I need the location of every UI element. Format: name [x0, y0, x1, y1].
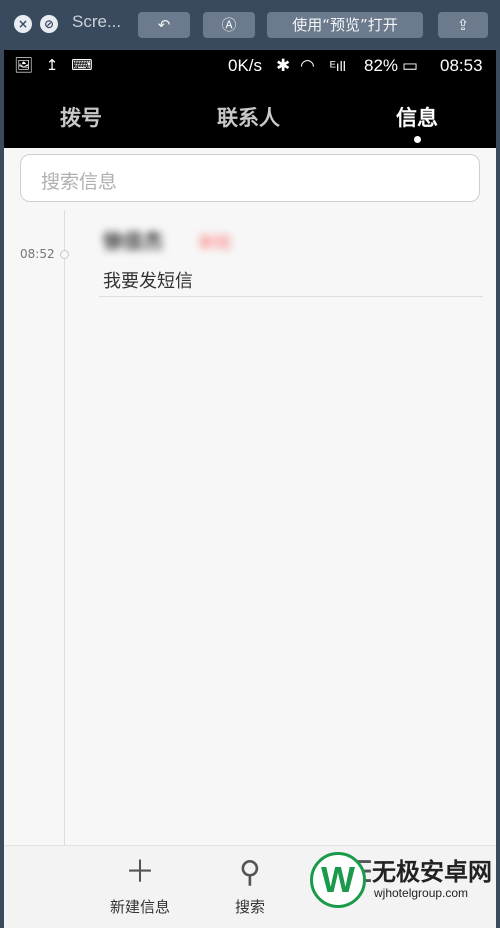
- tab-dialer[interactable]: 拨号: [60, 102, 102, 132]
- watermark-url: wjhotelgroup.com: [374, 886, 469, 900]
- watermark-title: 无极安卓网: [372, 858, 492, 886]
- new-message-label: 新建信息: [109, 898, 170, 916]
- close-icon[interactable]: ×: [14, 15, 32, 33]
- markup-icon: Ⓐ: [221, 16, 237, 34]
- rotate-button[interactable]: ↶: [138, 12, 190, 38]
- status-time: 08:53: [440, 56, 483, 75]
- active-tab-indicator: [414, 136, 421, 143]
- timeline-node: [60, 250, 69, 259]
- list-item[interactable]: 徐佳杰 新短 我要发短信: [99, 215, 483, 297]
- signal-icon: ᴱıll: [330, 58, 346, 74]
- timeline-line: [64, 210, 65, 850]
- battery-percent: 82%: [364, 56, 399, 75]
- network-speed: 0K/s: [228, 56, 263, 75]
- tab-bar: 拨号 联系人 信息: [4, 84, 496, 148]
- stop-icon[interactable]: ⊘: [40, 15, 58, 33]
- search-input[interactable]: 搜索信息: [20, 154, 480, 202]
- rotate-icon: ↶: [157, 16, 171, 34]
- quicklook-toolbar: × ⊘ Scre... ↶ Ⓐ 使用“预览”打开 ⇪: [0, 0, 500, 50]
- watermark: W 无极安卓网 wjhotelgroup.com: [300, 850, 500, 928]
- tab-contacts[interactable]: 联系人: [217, 102, 280, 132]
- message-preview: 我要发短信: [103, 271, 193, 292]
- status-bar: 🖼 ↥ ⌨ 0K/s ✱ ◠ ᴱıll 82% ▭ 08:53: [4, 50, 496, 84]
- notification-icons: 🖼 ↥ ⌨: [14, 56, 97, 74]
- message-sender: 徐佳杰: [103, 229, 163, 253]
- tab-messages[interactable]: 信息: [396, 102, 438, 132]
- markup-button[interactable]: Ⓐ: [203, 12, 255, 38]
- search-placeholder: 搜索信息: [41, 171, 118, 193]
- open-with-preview-button[interactable]: 使用“预览”打开: [267, 12, 423, 38]
- search-icon: ⚲: [239, 855, 261, 890]
- phone-screen: 🖼 ↥ ⌨ 0K/s ✱ ◠ ᴱıll 82% ▭ 08:53 拨号 联系人 信…: [4, 50, 496, 928]
- search-button[interactable]: ⚲ 搜索: [226, 856, 274, 917]
- new-message-button[interactable]: ＋ 新建信息: [104, 856, 176, 917]
- window-title: Scre...: [72, 12, 122, 31]
- message-time: 08:52: [20, 247, 55, 261]
- message-tag: 新短: [199, 233, 232, 252]
- wifi-icon: ◠: [300, 56, 315, 75]
- bluetooth-icon: ✱: [276, 56, 291, 75]
- search-label: 搜索: [234, 898, 265, 916]
- plus-icon: ＋: [125, 855, 155, 890]
- battery-icon: ▭: [402, 56, 419, 75]
- watermark-logo-icon: W: [310, 852, 366, 908]
- share-button[interactable]: ⇪: [438, 12, 488, 38]
- share-icon: ⇪: [456, 16, 470, 34]
